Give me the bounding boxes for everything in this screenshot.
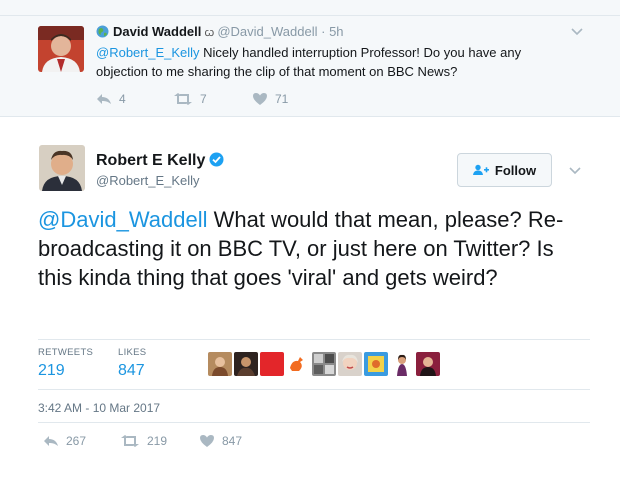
heart-icon [200, 435, 214, 447]
reply-author-handle[interactable]: @David_Waddell [217, 24, 317, 39]
author-handle[interactable]: @Robert_E_Kelly [96, 173, 200, 188]
reply-retweet-count: 7 [200, 92, 207, 106]
reply-like-count: 71 [275, 92, 289, 106]
likes-stat[interactable]: LIKES 847 [118, 347, 146, 380]
liker-avatar[interactable] [208, 352, 232, 376]
follow-button[interactable]: Follow [457, 153, 552, 187]
reply-separator: · [321, 24, 326, 39]
divider [38, 422, 590, 423]
retweets-label: RETWEETS [38, 347, 94, 358]
author-name[interactable]: Robert E Kelly [96, 152, 224, 170]
tweet-mention-link[interactable]: @David_Waddell [38, 207, 207, 232]
chevron-down-icon[interactable] [570, 24, 584, 38]
liker-avatar[interactable] [390, 352, 414, 376]
likes-count: 847 [118, 362, 145, 379]
reply-reply-button[interactable]: 4 [96, 91, 126, 107]
liker-avatars [208, 352, 442, 376]
reply-reply-count: 4 [119, 92, 126, 106]
like-count: 847 [222, 434, 243, 448]
liker-avatar[interactable] [338, 352, 362, 376]
liker-avatar[interactable] [416, 352, 440, 376]
author-name-text: Robert E Kelly [96, 152, 206, 169]
divider [38, 339, 590, 340]
reply-retweet-button[interactable]: 7 [173, 91, 207, 107]
david-waddell-avatar[interactable] [38, 26, 84, 72]
robert-kelly-avatar[interactable] [39, 145, 85, 191]
liker-avatar[interactable] [312, 352, 336, 376]
tweet-text: @David_Waddell What would that mean, ple… [38, 205, 578, 292]
retweet-icon [174, 93, 192, 105]
likes-label: LIKES [118, 347, 147, 358]
follow-button-label: Follow [494, 162, 537, 178]
globe-icon [96, 25, 109, 38]
follow-person-icon [472, 164, 489, 175]
retweet-icon [121, 435, 139, 447]
tweet-timestamp[interactable]: 3:42 AM - 10 Mar 2017 [38, 401, 160, 415]
retweet-button[interactable]: 219 [120, 433, 167, 449]
liker-avatar[interactable] [286, 352, 310, 376]
reply-icon [97, 94, 111, 104]
heart-icon [253, 93, 267, 105]
reply-header: David Waddell ꞷ @David_Waddell · 5h [96, 24, 344, 40]
lock-icon: ꞷ [204, 27, 215, 39]
reply-count: 267 [66, 434, 87, 448]
reply-icon [44, 436, 58, 446]
reply-text: @Robert_E_Kelly Nicely handled interrupt… [96, 43, 566, 81]
reply-like-button[interactable]: 71 [252, 91, 288, 107]
like-button[interactable]: 847 [199, 433, 242, 449]
reply-author-name[interactable]: David Waddell [113, 24, 201, 39]
verified-badge-icon [209, 152, 224, 167]
reply-tweet[interactable]: David Waddell ꞷ @David_Waddell · 5h @Rober… [0, 16, 620, 117]
reply-time[interactable]: 5h [329, 24, 343, 39]
retweets-stat[interactable]: RETWEETS 219 [38, 347, 93, 380]
retweet-count: 219 [147, 434, 168, 448]
liker-avatar[interactable] [234, 352, 258, 376]
liker-avatar[interactable] [364, 352, 388, 376]
liker-avatar[interactable] [260, 352, 284, 376]
retweets-count: 219 [38, 362, 65, 379]
divider [38, 389, 590, 390]
top-strip [0, 0, 620, 16]
reply-button[interactable]: 267 [43, 433, 86, 449]
reply-mention-link[interactable]: @Robert_E_Kelly [96, 45, 200, 60]
chevron-down-icon[interactable] [568, 163, 582, 177]
